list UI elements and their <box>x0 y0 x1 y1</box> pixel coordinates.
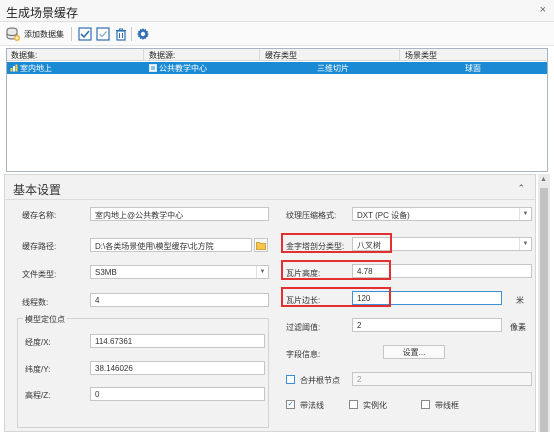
file-type-value: S3MB <box>95 268 117 277</box>
elevation-input[interactable]: 0 <box>90 387 265 401</box>
highlight-box <box>281 287 391 307</box>
row-scene-type[interactable]: 球面 <box>465 63 481 74</box>
with-wireframe-checkbox[interactable] <box>421 400 430 409</box>
cache-name-input[interactable]: 室内地上@公共教学中心 <box>90 207 269 221</box>
filter-threshold-input[interactable]: 2 <box>352 318 502 332</box>
with-normal-label: 带法线 <box>300 401 324 410</box>
table-header: 数据集: 数据源: 缓存类型 场景类型 <box>7 49 547 61</box>
add-dataset-button[interactable]: 添加数据集 <box>6 26 64 42</box>
trash-icon <box>116 28 126 41</box>
dialog-title: 生成场景缓存 <box>6 6 79 20</box>
divider <box>5 199 535 200</box>
chevron-down-icon: ▼ <box>519 238 531 250</box>
merge-root-nodes-checkbox[interactable] <box>286 375 295 384</box>
collapse-icon[interactable]: ⌃ <box>517 183 525 194</box>
texture-compression-label: 纹理压缩格式: <box>286 211 337 220</box>
file-type-label: 文件类型: <box>22 270 57 279</box>
datasource-icon <box>149 64 157 72</box>
select-all-button[interactable] <box>76 25 94 43</box>
column-header-datasource[interactable]: 数据源: <box>149 50 175 61</box>
column-header-cache-type[interactable]: 缓存类型 <box>265 50 297 61</box>
merge-root-nodes-input[interactable]: 2 <box>352 372 532 386</box>
latitude-label: 纬度/Y: <box>25 365 51 374</box>
merge-root-nodes-label: 合并根节点 <box>300 376 340 385</box>
chevron-down-icon: ▼ <box>256 266 268 278</box>
invert-selection-button[interactable] <box>94 25 112 43</box>
column-header-scene-type[interactable]: 场景类型 <box>405 50 437 61</box>
close-icon[interactable]: × <box>540 4 546 16</box>
checkbox-checked-icon <box>78 27 92 41</box>
with-wireframe-label: 带线框 <box>435 401 459 410</box>
row-dataset: 室内地上 <box>20 64 52 73</box>
filter-threshold-unit: 像素 <box>510 323 526 332</box>
vertical-scrollbar[interactable]: ▲ <box>538 174 550 432</box>
instancing-checkbox[interactable] <box>349 400 358 409</box>
column-header-dataset[interactable]: 数据集: <box>11 50 37 61</box>
threads-input[interactable]: 4 <box>90 293 269 307</box>
section-title: 基本设置 <box>13 183 62 197</box>
cache-path-label: 缓存路径: <box>22 242 57 251</box>
column-divider[interactable] <box>143 49 144 61</box>
toolbar-divider <box>131 27 132 41</box>
tile-side-unit: 米 <box>516 296 524 305</box>
field-info-label: 字段信息: <box>286 350 321 359</box>
dialog-titlebar: 生成场景缓存 × <box>0 0 554 22</box>
scrollbar-thumb[interactable] <box>540 188 548 432</box>
basic-settings-panel: 基本设置 ⌃ 缓存名称: 室内地上@公共教学中心 缓存路径: D:\各类场景使用… <box>4 174 536 432</box>
toolbar-divider <box>71 27 72 41</box>
cache-path-input[interactable]: D:\各类场景使用\模型缓存\北方院 <box>90 238 252 252</box>
add-dataset-label: 添加数据集 <box>24 29 64 39</box>
model-position-group-title: 模型定位点 <box>23 314 67 325</box>
settings-button[interactable] <box>134 25 152 43</box>
column-divider[interactable] <box>399 49 400 61</box>
filter-threshold-label: 过滤阈值: <box>286 323 321 332</box>
highlight-box <box>281 260 391 280</box>
row-datasource: 公共教学中心 <box>159 64 207 73</box>
chevron-down-icon: ▼ <box>519 208 531 220</box>
checkbox-outline-icon <box>96 27 110 41</box>
with-normal-checkbox[interactable]: ✓ <box>286 400 295 409</box>
model-dataset-icon <box>10 64 18 72</box>
texture-compression-value: DXT (PC 设备) <box>357 211 410 220</box>
dataset-table: 数据集: 数据源: 缓存类型 场景类型 室内地上 公共教学中心 三维切片 球面 <box>6 48 548 172</box>
column-divider[interactable] <box>259 49 260 61</box>
database-add-icon <box>6 27 20 41</box>
longitude-label: 经度/X: <box>25 338 51 347</box>
instancing-label: 实例化 <box>363 401 387 410</box>
toolbar: 添加数据集 <box>0 22 554 46</box>
latitude-input[interactable]: 38.146026 <box>90 361 265 375</box>
highlight-box <box>281 233 392 253</box>
gear-icon <box>137 28 149 40</box>
scroll-up-icon[interactable]: ▲ <box>540 176 547 183</box>
table-row[interactable]: 室内地上 公共教学中心 三维切片 球面 <box>7 62 547 74</box>
folder-icon <box>256 241 266 250</box>
delete-button[interactable] <box>112 25 130 43</box>
file-type-select[interactable]: S3MB ▼ <box>90 265 269 279</box>
elevation-label: 高程/Z: <box>25 391 51 400</box>
row-cache-type[interactable]: 三维切片 <box>317 63 349 74</box>
texture-compression-select[interactable]: DXT (PC 设备) ▼ <box>352 207 532 221</box>
longitude-input[interactable]: 114.67361 <box>90 334 265 348</box>
threads-label: 线程数: <box>22 298 49 307</box>
browse-folder-button[interactable] <box>254 238 268 252</box>
cache-name-label: 缓存名称: <box>22 211 57 220</box>
field-settings-button[interactable]: 设置... <box>383 345 445 359</box>
